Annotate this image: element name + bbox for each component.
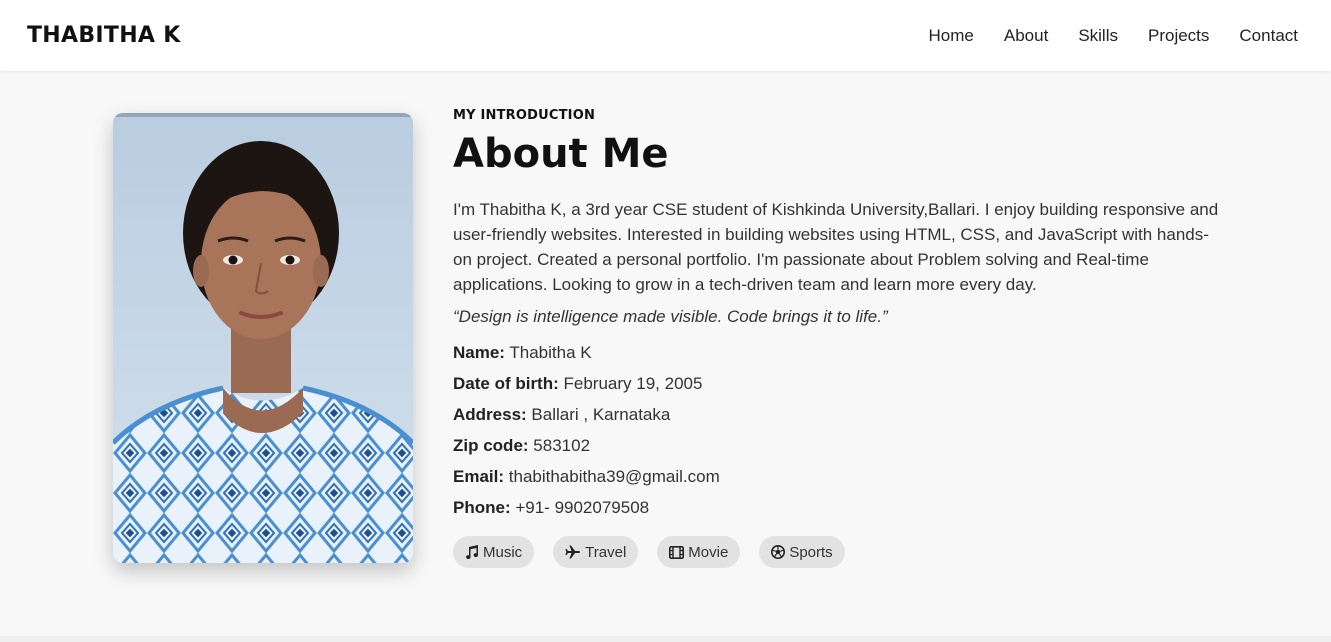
page-title: About Me — [453, 131, 669, 177]
hobby-chips: Music Travel Movie Sports — [453, 536, 1233, 568]
hobby-label: Sports — [789, 543, 833, 561]
section-divider — [0, 636, 1331, 642]
detail-label: Name: — [453, 343, 505, 362]
hobby-chip-music[interactable]: Music — [453, 536, 535, 568]
about-section: MY INTRODUCTION About Me I'm Thabitha K,… — [453, 108, 1233, 568]
hobby-chip-travel[interactable]: Travel — [553, 536, 639, 568]
detail-value: 583102 — [533, 436, 591, 455]
music-icon — [465, 545, 479, 559]
detail-label: Phone: — [453, 498, 511, 517]
detail-name: Name: Thabitha K — [453, 337, 1233, 368]
bio-paragraph: I'm Thabitha K, a 3rd year CSE student o… — [453, 200, 1219, 294]
detail-label: Email: — [453, 467, 505, 486]
soccer-ball-icon — [771, 545, 786, 559]
nav-link-about[interactable]: About — [1004, 26, 1048, 46]
profile-photo — [113, 113, 413, 563]
hobby-chip-sports[interactable]: Sports — [759, 536, 845, 568]
detail-value: Ballari , Karnataka — [531, 405, 671, 424]
detail-address: Address: Ballari , Karnataka — [453, 399, 1233, 430]
section-eyebrow: MY INTRODUCTION — [453, 108, 596, 123]
brand-logo[interactable]: THABITHA K — [27, 23, 181, 48]
hobby-chip-movie[interactable]: Movie — [657, 536, 741, 568]
navbar: THABITHA K Home About Skills Projects Co… — [0, 0, 1331, 71]
personal-details: Name: Thabitha K Date of birth: February… — [453, 337, 1233, 523]
hobby-label: Music — [483, 543, 523, 561]
nav-link-projects[interactable]: Projects — [1148, 26, 1209, 46]
detail-label: Date of birth: — [453, 374, 559, 393]
nav-link-home[interactable]: Home — [929, 26, 974, 46]
nav-links: Home About Skills Projects Contact — [929, 26, 1298, 46]
nav-link-contact[interactable]: Contact — [1239, 26, 1298, 46]
detail-zip-code: Zip code: 583102 — [453, 430, 1233, 461]
film-icon — [669, 545, 685, 559]
nav-link-skills[interactable]: Skills — [1078, 26, 1118, 46]
plane-icon — [565, 545, 581, 559]
detail-label: Zip code: — [453, 436, 529, 455]
detail-label: Address: — [453, 405, 527, 424]
quote-text: “Design is intelligence made visible. Co… — [453, 307, 888, 326]
detail-value: Thabitha K — [509, 343, 592, 362]
detail-phone: Phone: +91- 9902079508 — [453, 492, 1233, 523]
detail-email: Email: thabithabitha39@gmail.com — [453, 461, 1233, 492]
detail-date-of-birth: Date of birth: February 19, 2005 — [453, 368, 1233, 399]
detail-value: February 19, 2005 — [563, 374, 703, 393]
detail-value: +91- 9902079508 — [515, 498, 650, 517]
hobby-label: Movie — [688, 543, 729, 561]
hobby-label: Travel — [585, 543, 627, 561]
detail-value: thabithabitha39@gmail.com — [508, 467, 720, 486]
